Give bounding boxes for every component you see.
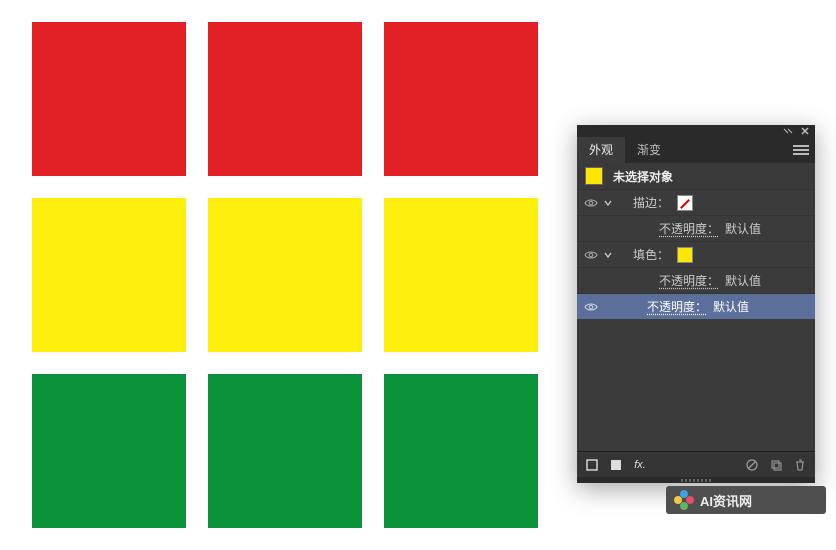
shape-square[interactable] xyxy=(384,374,538,528)
visibility-icon[interactable] xyxy=(583,299,599,315)
opacity-value: 默认值 xyxy=(713,298,749,315)
new-fill-icon[interactable] xyxy=(609,458,623,472)
new-stroke-icon[interactable] xyxy=(585,458,599,472)
visibility-icon[interactable] xyxy=(583,273,599,289)
panel-tabs: 外观 渐变 xyxy=(577,137,815,163)
collapse-icon[interactable] xyxy=(781,126,795,136)
trash-icon[interactable] xyxy=(793,458,807,472)
shape-square[interactable] xyxy=(208,374,362,528)
stroke-label: 描边： xyxy=(633,194,669,211)
stroke-swatch-none[interactable] xyxy=(677,195,693,211)
duplicate-icon[interactable] xyxy=(769,458,783,472)
panel-resize-handle[interactable] xyxy=(577,477,815,483)
object-opacity-row[interactable]: 不透明度： 默认值 xyxy=(577,293,815,319)
fill-swatch-yellow[interactable] xyxy=(677,247,693,263)
visibility-icon[interactable] xyxy=(583,221,599,237)
shape-square[interactable] xyxy=(32,374,186,528)
opacity-value: 默认值 xyxy=(725,220,761,237)
shape-square[interactable] xyxy=(32,22,186,176)
tab-appearance[interactable]: 外观 xyxy=(577,137,625,163)
opacity-value: 默认值 xyxy=(725,272,761,289)
fill-row[interactable]: 填色： xyxy=(577,241,815,267)
watermark-logo-icon xyxy=(674,490,694,510)
opacity-label[interactable]: 不透明度： xyxy=(659,272,719,289)
watermark-text: AI资讯网 xyxy=(700,491,752,510)
artboard-grid xyxy=(32,22,538,528)
canvas-area xyxy=(0,0,570,550)
watermark-badge: AI资讯网 xyxy=(666,486,826,514)
panel-footer: fx. xyxy=(577,451,815,477)
tab-gradient[interactable]: 渐变 xyxy=(625,137,673,163)
chevron-down-icon[interactable] xyxy=(603,250,613,260)
visibility-icon[interactable] xyxy=(583,247,599,263)
close-icon[interactable] xyxy=(798,126,812,136)
current-fill-swatch[interactable] xyxy=(585,167,603,185)
fill-opacity-row[interactable]: 不透明度： 默认值 xyxy=(577,267,815,293)
appearance-panel: 外观 渐变 未选择对象 描边： 不透明度： 默认值 填色： xyxy=(577,125,815,483)
stroke-row[interactable]: 描边： xyxy=(577,189,815,215)
fill-label: 填色： xyxy=(633,246,669,263)
selection-label: 未选择对象 xyxy=(613,168,673,185)
shape-square[interactable] xyxy=(208,22,362,176)
shape-square[interactable] xyxy=(32,198,186,352)
panel-titlebar[interactable] xyxy=(577,125,815,137)
opacity-label[interactable]: 不透明度： xyxy=(647,298,707,315)
shape-square[interactable] xyxy=(208,198,362,352)
shape-square[interactable] xyxy=(384,22,538,176)
shape-square[interactable] xyxy=(384,198,538,352)
fx-button[interactable]: fx. xyxy=(633,458,647,472)
panel-menu-icon[interactable] xyxy=(793,142,809,158)
chevron-down-icon[interactable] xyxy=(603,198,613,208)
clear-appearance-icon[interactable] xyxy=(745,458,759,472)
panel-body-empty xyxy=(577,319,815,451)
visibility-icon[interactable] xyxy=(583,195,599,211)
stroke-opacity-row[interactable]: 不透明度： 默认值 xyxy=(577,215,815,241)
opacity-label[interactable]: 不透明度： xyxy=(659,220,719,237)
selection-info-row: 未选择对象 xyxy=(577,163,815,189)
